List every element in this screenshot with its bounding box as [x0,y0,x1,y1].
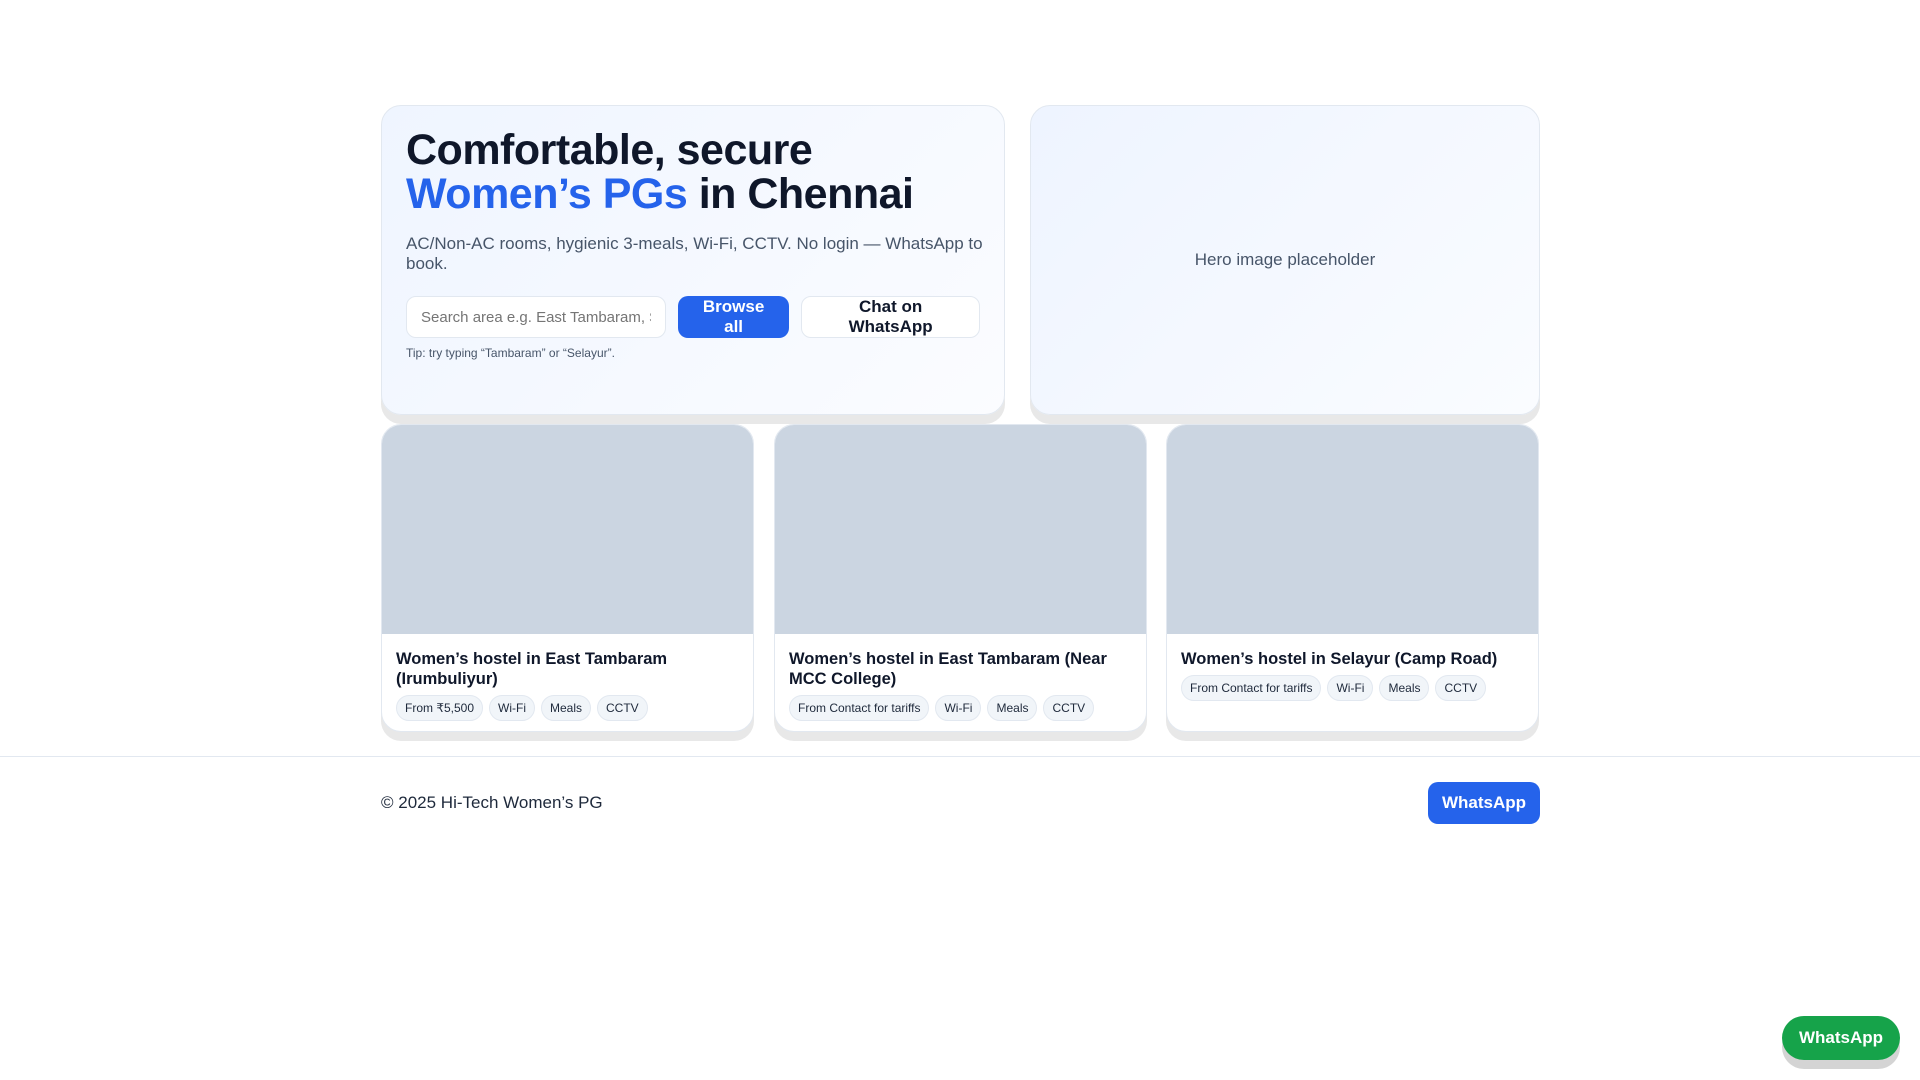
listing-image [382,425,753,634]
hero-card: Comfortable, secure Women’s PGs in Chenna… [381,105,1005,415]
listing-title: Women’s hostel in Selayur (Camp Road) [1181,650,1498,668]
amenity-chip: Wi-Fi [489,695,535,721]
price-chip: From ₹5,500 [396,695,483,721]
hero-subtitle: AC/Non-AC rooms, hygienic 3-meals, Wi-Fi… [406,234,983,273]
footer: © 2025 Hi-Tech Women’s PG WhatsApp [0,756,1920,826]
amenity-chip: CCTV [597,695,648,721]
browse-all-button[interactable]: Browse all [677,296,790,338]
search-tip: Tip: try typing “Tambaram” or “Selayur”. [406,346,615,360]
amenity-chip: CCTV [1043,695,1095,721]
amenity-chip: Meals [1379,675,1430,701]
listing-card[interactable]: Women’s hostel in East Tambaram (Near MC… [774,424,1147,732]
amenity-chip: Meals [540,695,591,721]
listing-card[interactable]: Women’s hostel in Selayur (Camp Road) Fr… [1166,424,1539,732]
price-chip: From Contact for tariffs [789,695,930,721]
chat-whatsapp-button[interactable]: Chat on WhatsApp [801,296,980,338]
amenity-chip: Wi-Fi [1327,675,1374,701]
listing-title: Women’s hostel in East Tambaram (Irumbul… [396,650,668,688]
listing-image [1167,425,1538,634]
footer-whatsapp-button[interactable]: WhatsApp [1428,782,1540,824]
amenity-chip: Wi-Fi [935,695,982,721]
listing-card[interactable]: Women’s hostel in East Tambaram (Irumbul… [381,424,754,732]
listing-title: Women’s hostel in East Tambaram (Near MC… [789,650,1107,688]
price-chip: From Contact for tariffs [1181,675,1322,701]
hero-title: Comfortable, secure Women’s PGs in Chenna… [406,126,914,218]
amenity-chip: Meals [987,695,1038,721]
floating-whatsapp-button[interactable]: WhatsApp [1782,1016,1900,1060]
hero-image-placeholder: Hero image placeholder [1030,105,1540,415]
copyright: © 2025 Hi-Tech Women’s PG [381,793,603,812]
amenity-chip: CCTV [1435,675,1487,701]
search-input[interactable] [406,296,666,338]
listing-image [775,425,1146,634]
hero-title-accent: Women’s PGs [406,170,688,218]
